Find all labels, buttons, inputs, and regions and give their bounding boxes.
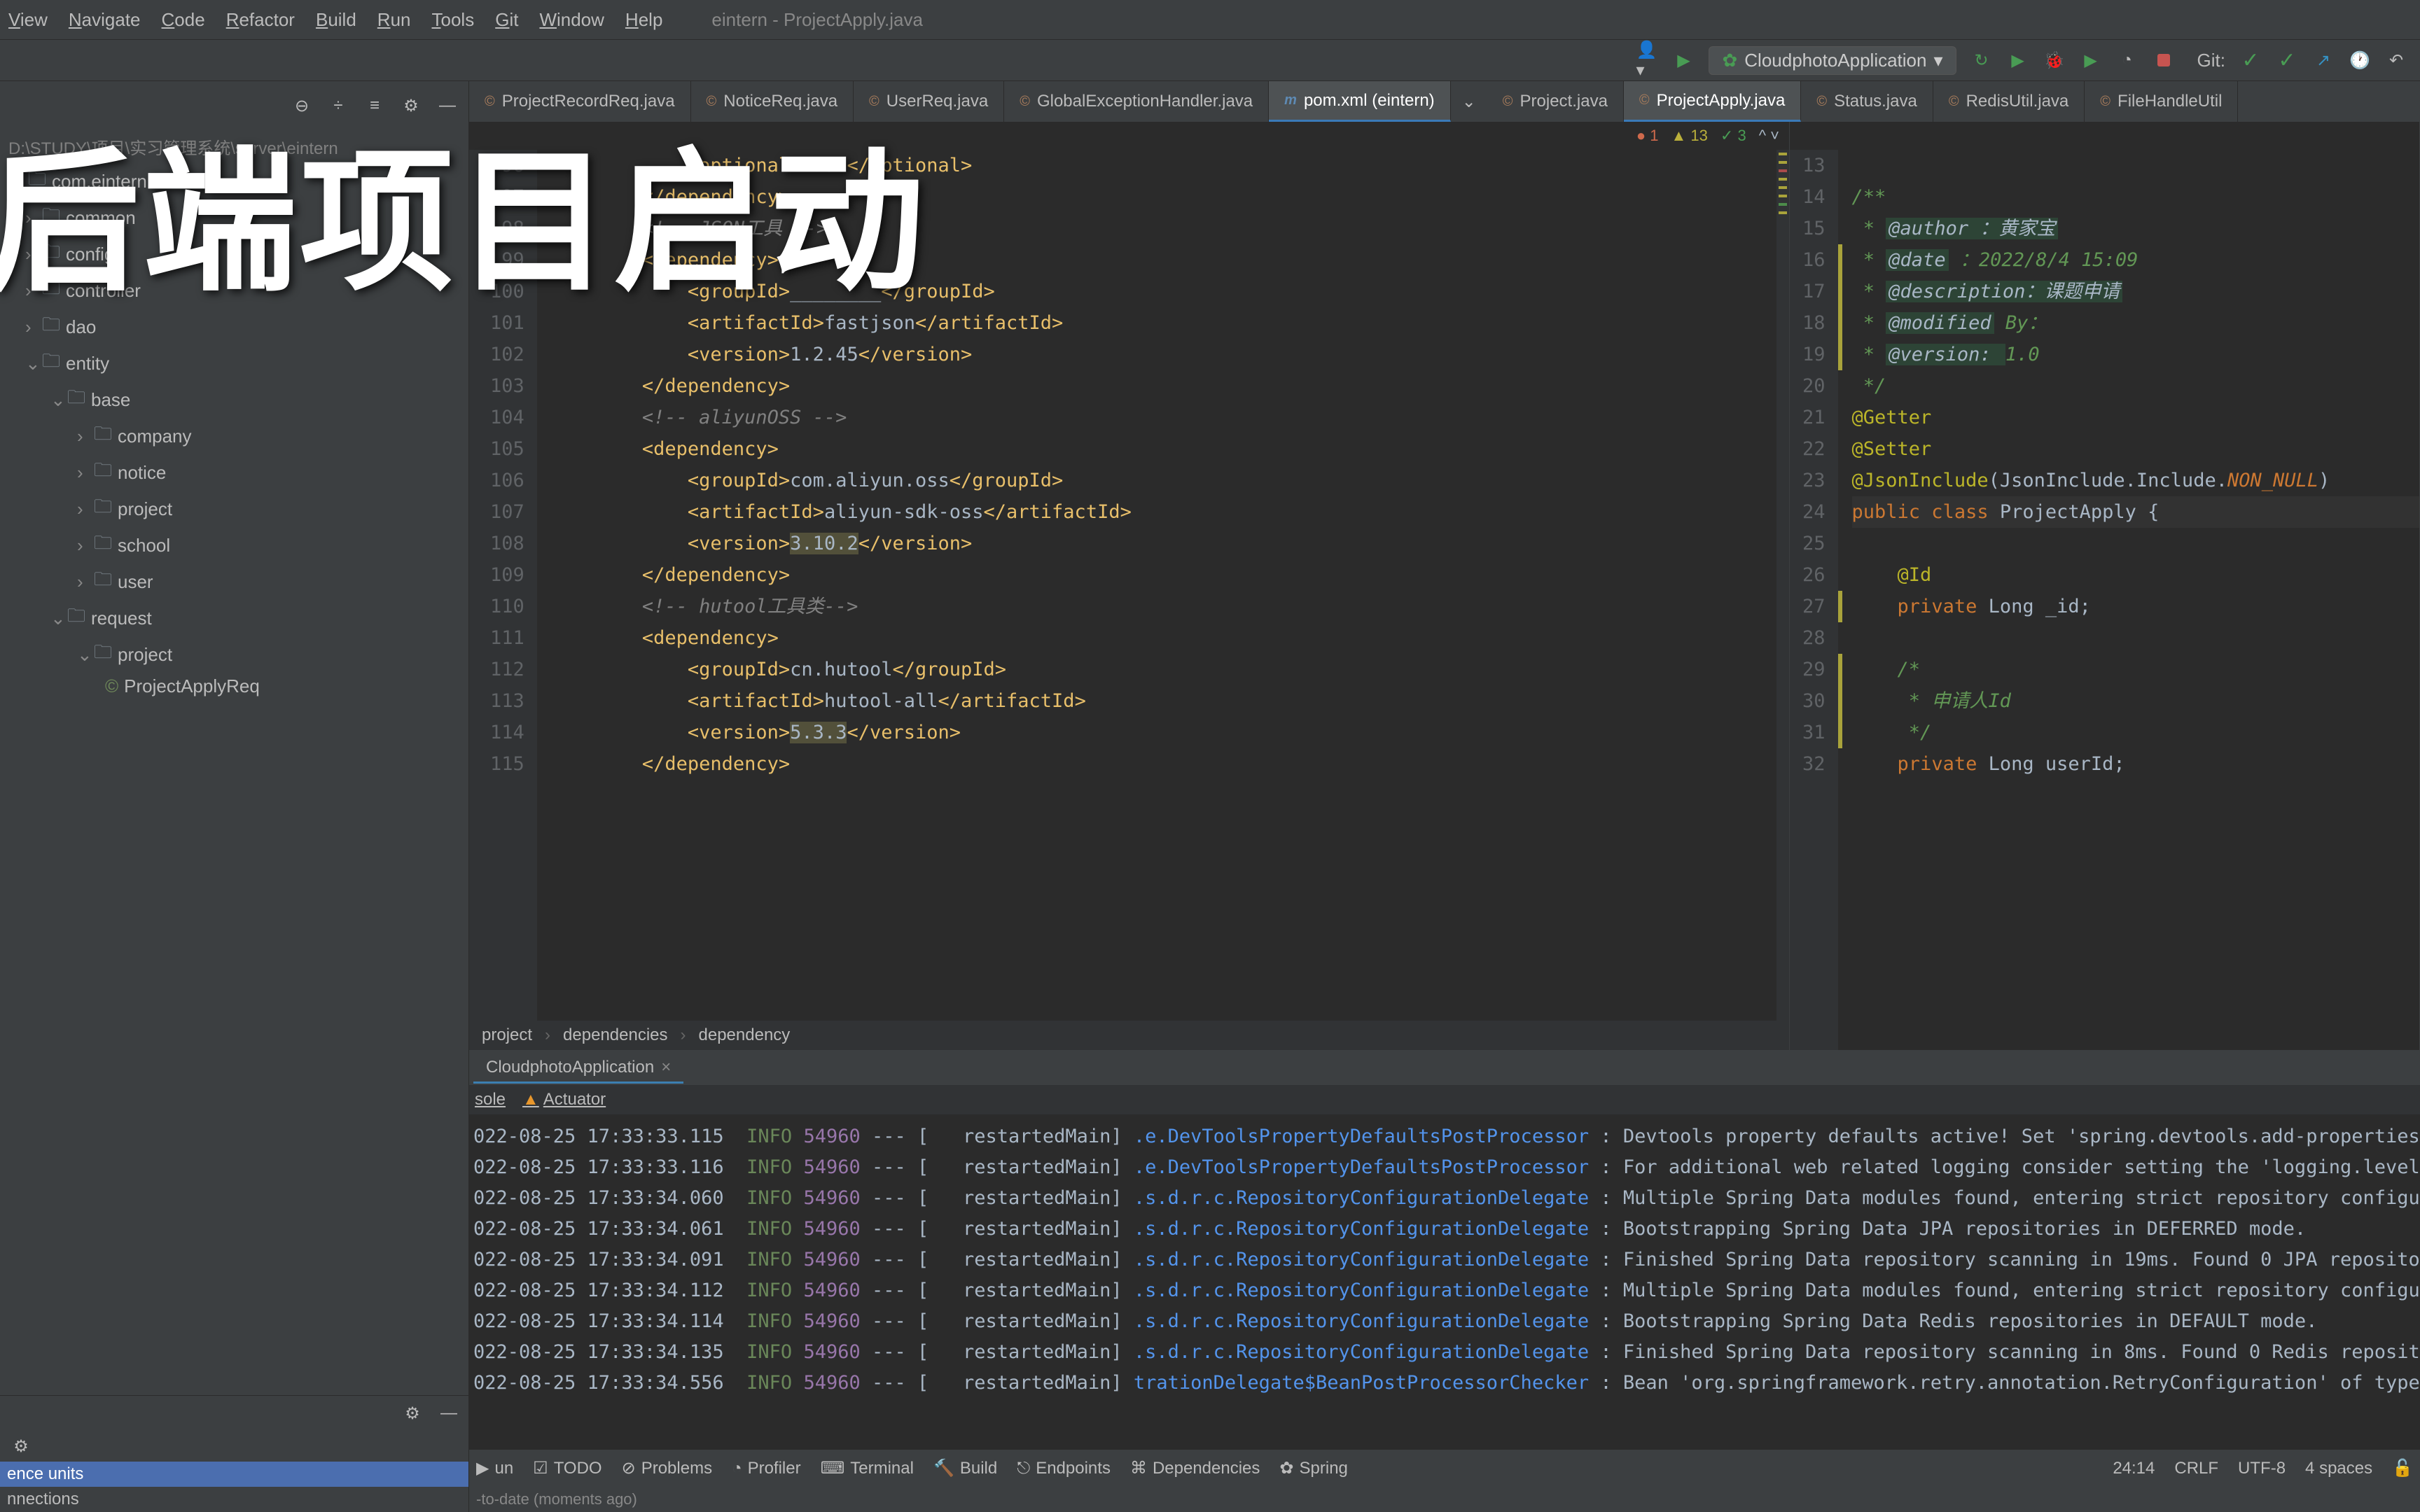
vcs-revert-button[interactable]: ↶ <box>2385 49 2407 71</box>
connections[interactable]: nnections <box>0 1487 468 1512</box>
run-icon-small[interactable]: ▶ <box>1672 49 1695 71</box>
tab-projectapply-java[interactable]: ©ProjectApply.java <box>1624 81 1801 122</box>
project-tree[interactable]: ⌄🗀com.eintern›🗀common›🗀config›🗀controlle… <box>0 163 468 1395</box>
window-title: eintern - ProjectApply.java <box>711 9 923 31</box>
tree-notice[interactable]: ›🗀notice <box>7 454 468 491</box>
tab-status-java[interactable]: ©Status.java <box>1801 81 1933 122</box>
encoding[interactable]: UTF-8 <box>2238 1459 2286 1478</box>
tree-base[interactable]: ⌄🗀base <box>7 382 468 418</box>
vcs-history-button[interactable]: 🕐 <box>2349 49 2371 71</box>
tab-redisutil-java[interactable]: ©RedisUtil.java <box>1933 81 2085 122</box>
tabs-dropdown[interactable]: ⌄ <box>1451 81 1487 122</box>
menu-run[interactable]: Run <box>377 9 411 30</box>
rerun-button[interactable]: ↻ <box>1970 49 1993 71</box>
coverage-button[interactable]: ▶ <box>2080 49 2102 71</box>
run-config-selector[interactable]: ✿ CloudphotoApplication ▾ <box>1709 46 1956 75</box>
tab-filehandleutil[interactable]: ©FileHandleUtil <box>2085 81 2238 122</box>
run-tab[interactable]: CloudphotoApplication× <box>473 1054 683 1084</box>
debug-button[interactable]: 🐞 <box>2043 49 2066 71</box>
spring-icon: ✿ <box>1722 50 1737 71</box>
line-ending[interactable]: CRLF <box>2174 1459 2218 1478</box>
run-tool-window: CloudphotoApplication× sole ▲Actuator 02… <box>469 1050 2420 1449</box>
caret-position[interactable]: 24:14 <box>2113 1459 2155 1478</box>
status-spring[interactable]: ✿ Spring <box>1279 1458 1347 1478</box>
tree-request[interactable]: ⌄🗀request <box>7 600 468 636</box>
vcs-commit-button[interactable]: ✓ <box>2276 49 2298 71</box>
stop-button[interactable] <box>2153 49 2175 71</box>
status-build[interactable]: 🔨 Build <box>933 1458 997 1478</box>
profile-button[interactable]: ◔ <box>2116 49 2139 71</box>
menu-view[interactable]: View <box>8 9 48 30</box>
run-button[interactable]: ▶ <box>2007 49 2029 71</box>
menu-code[interactable]: Code <box>162 9 205 30</box>
overlay-title: 后端项目启动 <box>0 98 927 321</box>
status-problems[interactable]: ⊘ Problems <box>622 1458 712 1478</box>
menu-bar: View Navigate Code Refactor Build Run Tools Git… <box>0 0 2420 39</box>
menu-navigate[interactable]: Navigate <box>69 9 141 30</box>
status-terminal[interactable]: ⌨ Terminal <box>821 1458 914 1478</box>
git-label: Git: <box>2197 50 2225 71</box>
menu-git[interactable]: Git <box>495 9 518 30</box>
breadcrumb-bar[interactable]: project› dependencies› dependency <box>469 1021 1789 1050</box>
tree-entity[interactable]: ⌄🗀entity <box>7 345 468 382</box>
marker-strip[interactable] <box>1776 150 1789 1021</box>
tab-project-java[interactable]: ©Project.java <box>1487 81 1624 122</box>
tab-globalexceptionhandler-java[interactable]: ©GlobalExceptionHandler.java <box>1004 81 1269 122</box>
tree-user[interactable]: ›🗀user <box>7 564 468 600</box>
console-tab[interactable]: sole <box>475 1090 506 1110</box>
menu-build[interactable]: Build <box>316 9 356 30</box>
editor-right[interactable]: 1314151617181920212223242526272829303132… <box>1790 122 2420 1050</box>
persist-gear-icon[interactable]: ⚙ <box>10 1435 32 1457</box>
status-bar: ▶ un ☑ TODO ⊘ Problems ◔ Profiler ⌨ Terminal… <box>469 1449 2420 1487</box>
menu-window[interactable]: Window <box>539 9 604 30</box>
menu-refactor[interactable]: Refactor <box>226 9 295 30</box>
toolbar: 👤▾ ▶ ✿ CloudphotoApplication ▾ ↻ ▶ 🐞 ▶ ◔… <box>0 39 2420 81</box>
minimize-icon[interactable]: — <box>438 1402 460 1424</box>
build-status: -to-date (moments ago) <box>469 1487 2420 1512</box>
tree-projectapplyreq[interactable]: ©ProjectApplyReq <box>7 673 468 700</box>
status-endpoints[interactable]: ⎋ Endpoints <box>1017 1459 1111 1478</box>
tree-school[interactable]: ›🗀school <box>7 527 468 564</box>
vcs-update-button[interactable]: ✓ <box>2239 49 2262 71</box>
console-output[interactable]: 022-08-25 17:33:33.115 INFO 54960 --- [ … <box>469 1114 2420 1449</box>
indent[interactable]: 4 spaces <box>2305 1459 2372 1478</box>
status-un[interactable]: ▶ un <box>476 1458 513 1478</box>
status-dependencies[interactable]: ⌘ Dependencies <box>1130 1458 1260 1478</box>
run-config-name: CloudphotoApplication <box>1744 50 1926 71</box>
menu-help[interactable]: Help <box>625 9 662 30</box>
tree-project[interactable]: ⌄🗀project <box>7 636 468 673</box>
dropdown-icon: ▾ <box>1933 50 1942 71</box>
persistence-units[interactable]: ence units <box>0 1462 468 1487</box>
status-todo[interactable]: ☑ TODO <box>533 1458 601 1478</box>
close-icon[interactable]: × <box>661 1058 671 1077</box>
tab-pom-xml--eintern-[interactable]: mpom.xml (eintern) <box>1269 81 1451 122</box>
user-icon[interactable]: 👤▾ <box>1636 49 1658 71</box>
tree-project[interactable]: ›🗀project <box>7 491 468 527</box>
status-profiler[interactable]: ◔ Profiler <box>732 1459 801 1478</box>
actuator-tab[interactable]: ▲Actuator <box>522 1090 606 1110</box>
readonly-icon[interactable]: 🔓 <box>2392 1458 2413 1478</box>
vcs-push-button[interactable]: ↗ <box>2312 49 2335 71</box>
gear-icon[interactable]: ⚙ <box>401 1402 424 1424</box>
menu-tools[interactable]: Tools <box>432 9 475 30</box>
tree-company[interactable]: ›🗀company <box>7 418 468 454</box>
